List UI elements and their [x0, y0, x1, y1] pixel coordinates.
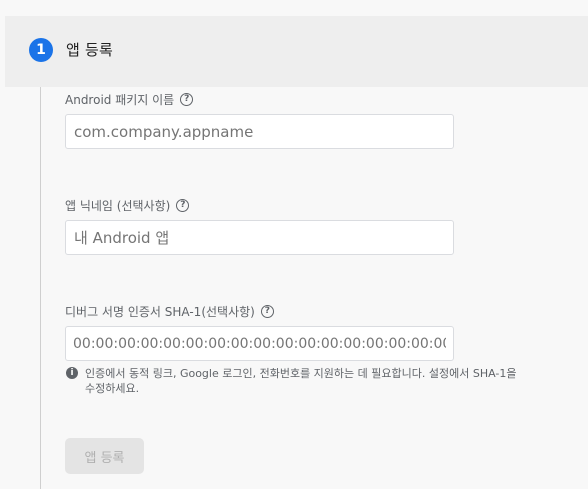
step-number-badge: 1: [29, 38, 53, 62]
sha1-label-text: 디버그 서명 인증서 SHA-1(선택사항): [65, 305, 255, 319]
register-app-button[interactable]: 앱 등록: [65, 438, 144, 474]
sha1-label: 디버그 서명 인증서 SHA-1(선택사항) ?: [65, 303, 274, 320]
help-circle-icon[interactable]: ?: [180, 93, 194, 106]
app-nickname-label-text: 앱 닉네임 (선택사항): [65, 199, 171, 213]
sha1-input[interactable]: [65, 326, 454, 361]
step-title: 앱 등록: [66, 41, 113, 59]
help-circle-icon[interactable]: ?: [260, 305, 274, 318]
help-circle-icon[interactable]: ?: [176, 199, 190, 212]
package-name-label-text: Android 패키지 이름: [65, 93, 175, 107]
package-name-input[interactable]: [65, 114, 454, 149]
step-header: 1 앱 등록: [5, 16, 588, 87]
info-icon: i: [66, 367, 78, 379]
app-nickname-input[interactable]: [65, 220, 454, 255]
step-timeline-line: [40, 87, 41, 489]
sha1-hint-text: 인증에서 동적 링크, Google 로그인, 전화번호를 지원하는 데 필요합…: [85, 367, 517, 395]
package-name-label: Android 패키지 이름 ?: [65, 91, 194, 108]
app-nickname-label: 앱 닉네임 (선택사항) ?: [65, 197, 190, 214]
